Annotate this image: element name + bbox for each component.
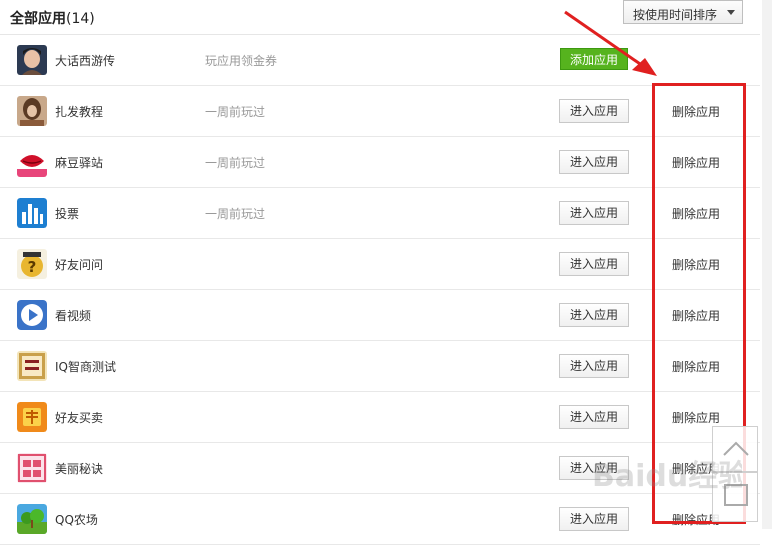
enter-app-button[interactable]: 进入应用 xyxy=(559,252,629,276)
add-app-button[interactable]: 添加应用 xyxy=(560,48,628,70)
delete-app-link[interactable]: 删除应用 xyxy=(672,256,720,273)
portrait-icon[interactable] xyxy=(17,45,47,75)
app-row: 看视频 进入应用 删除应用 xyxy=(0,290,760,341)
enter-app-button[interactable]: 进入应用 xyxy=(559,303,629,327)
lips-icon[interactable] xyxy=(17,147,47,177)
chevron-down-icon xyxy=(727,10,735,15)
app-meta: 一周前玩过 xyxy=(205,207,266,221)
back-to-top-button[interactable] xyxy=(712,426,758,472)
app-name[interactable]: IQ智商测试 xyxy=(55,358,116,375)
app-name[interactable]: 麻豆驿站 xyxy=(55,154,103,171)
app-name[interactable]: 大话西游传 xyxy=(55,52,115,69)
app-row: 美丽秘诀 进入应用 删除应用 xyxy=(0,443,760,494)
delete-app-link[interactable]: 删除应用 xyxy=(672,307,720,324)
app-row: IQ智商测试 进入应用 删除应用 xyxy=(0,341,760,392)
square-icon xyxy=(724,484,748,506)
sort-label: 按使用时间排序 xyxy=(633,8,718,22)
app-meta: 玩应用领金券 xyxy=(205,54,278,68)
app-name[interactable]: QQ农场 xyxy=(55,511,98,528)
app-meta: 一周前玩过 xyxy=(205,105,266,119)
app-row: ? 好友问问 进入应用 删除应用 xyxy=(0,239,760,290)
app-meta: 一周前玩过 xyxy=(205,156,266,170)
app-row: 好友买卖 进入应用 删除应用 xyxy=(0,392,760,443)
bar-chart-icon[interactable] xyxy=(17,198,47,228)
delete-app-link[interactable]: 删除应用 xyxy=(672,103,720,120)
app-name[interactable]: 扎发教程 xyxy=(55,103,103,120)
app-row: 投票 一周前玩过 进入应用 删除应用 xyxy=(0,188,760,239)
enter-app-button[interactable]: 进入应用 xyxy=(559,99,629,123)
feedback-button[interactable] xyxy=(712,472,758,522)
delete-app-link[interactable]: 删除应用 xyxy=(672,154,720,171)
app-row: 麻豆驿站 一周前玩过 进入应用 删除应用 xyxy=(0,137,760,188)
money-icon[interactable] xyxy=(17,402,47,432)
app-row: QQ农场 进入应用 删除应用 xyxy=(0,494,760,545)
delete-app-link[interactable]: 删除应用 xyxy=(672,358,720,375)
app-row: 大话西游传 玩应用领金券 添加应用 xyxy=(0,35,760,86)
enter-app-button[interactable]: 进入应用 xyxy=(559,405,629,429)
sort-dropdown[interactable]: 按使用时间排序 xyxy=(623,0,743,24)
enter-app-button[interactable]: 进入应用 xyxy=(559,354,629,378)
delete-app-link[interactable]: 删除应用 xyxy=(672,205,720,222)
farm-icon[interactable] xyxy=(17,504,47,534)
app-name[interactable]: 美丽秘诀 xyxy=(55,460,103,477)
enter-app-button[interactable]: 进入应用 xyxy=(559,150,629,174)
app-count: (14) xyxy=(66,11,95,27)
beauty-icon[interactable] xyxy=(17,453,47,483)
iq-badge-icon[interactable] xyxy=(17,351,47,381)
app-list: 大话西游传 玩应用领金券 添加应用 扎发教程 一周前玩过 进入应用 删除应用 麻… xyxy=(0,35,760,545)
hair-icon[interactable] xyxy=(17,96,47,126)
enter-app-button[interactable]: 进入应用 xyxy=(559,201,629,225)
question-icon[interactable]: ? xyxy=(17,249,47,279)
app-name[interactable]: 好友买卖 xyxy=(55,409,103,426)
chevron-up-icon xyxy=(723,441,749,456)
app-name[interactable]: 投票 xyxy=(55,205,79,222)
play-icon[interactable] xyxy=(17,300,47,330)
page-title: 全部应用(14) xyxy=(10,11,95,27)
app-name[interactable]: 好友问问 xyxy=(55,256,103,273)
delete-app-link[interactable]: 删除应用 xyxy=(672,409,720,426)
enter-app-button[interactable]: 进入应用 xyxy=(559,456,629,480)
enter-app-button[interactable]: 进入应用 xyxy=(559,507,629,531)
app-row: 扎发教程 一周前玩过 进入应用 删除应用 xyxy=(0,86,760,137)
app-name[interactable]: 看视频 xyxy=(55,307,91,324)
apps-header: 全部应用(14) 按使用时间排序 xyxy=(0,0,760,35)
svg-text:?: ? xyxy=(28,258,37,276)
scrollbar-track[interactable] xyxy=(762,0,772,529)
